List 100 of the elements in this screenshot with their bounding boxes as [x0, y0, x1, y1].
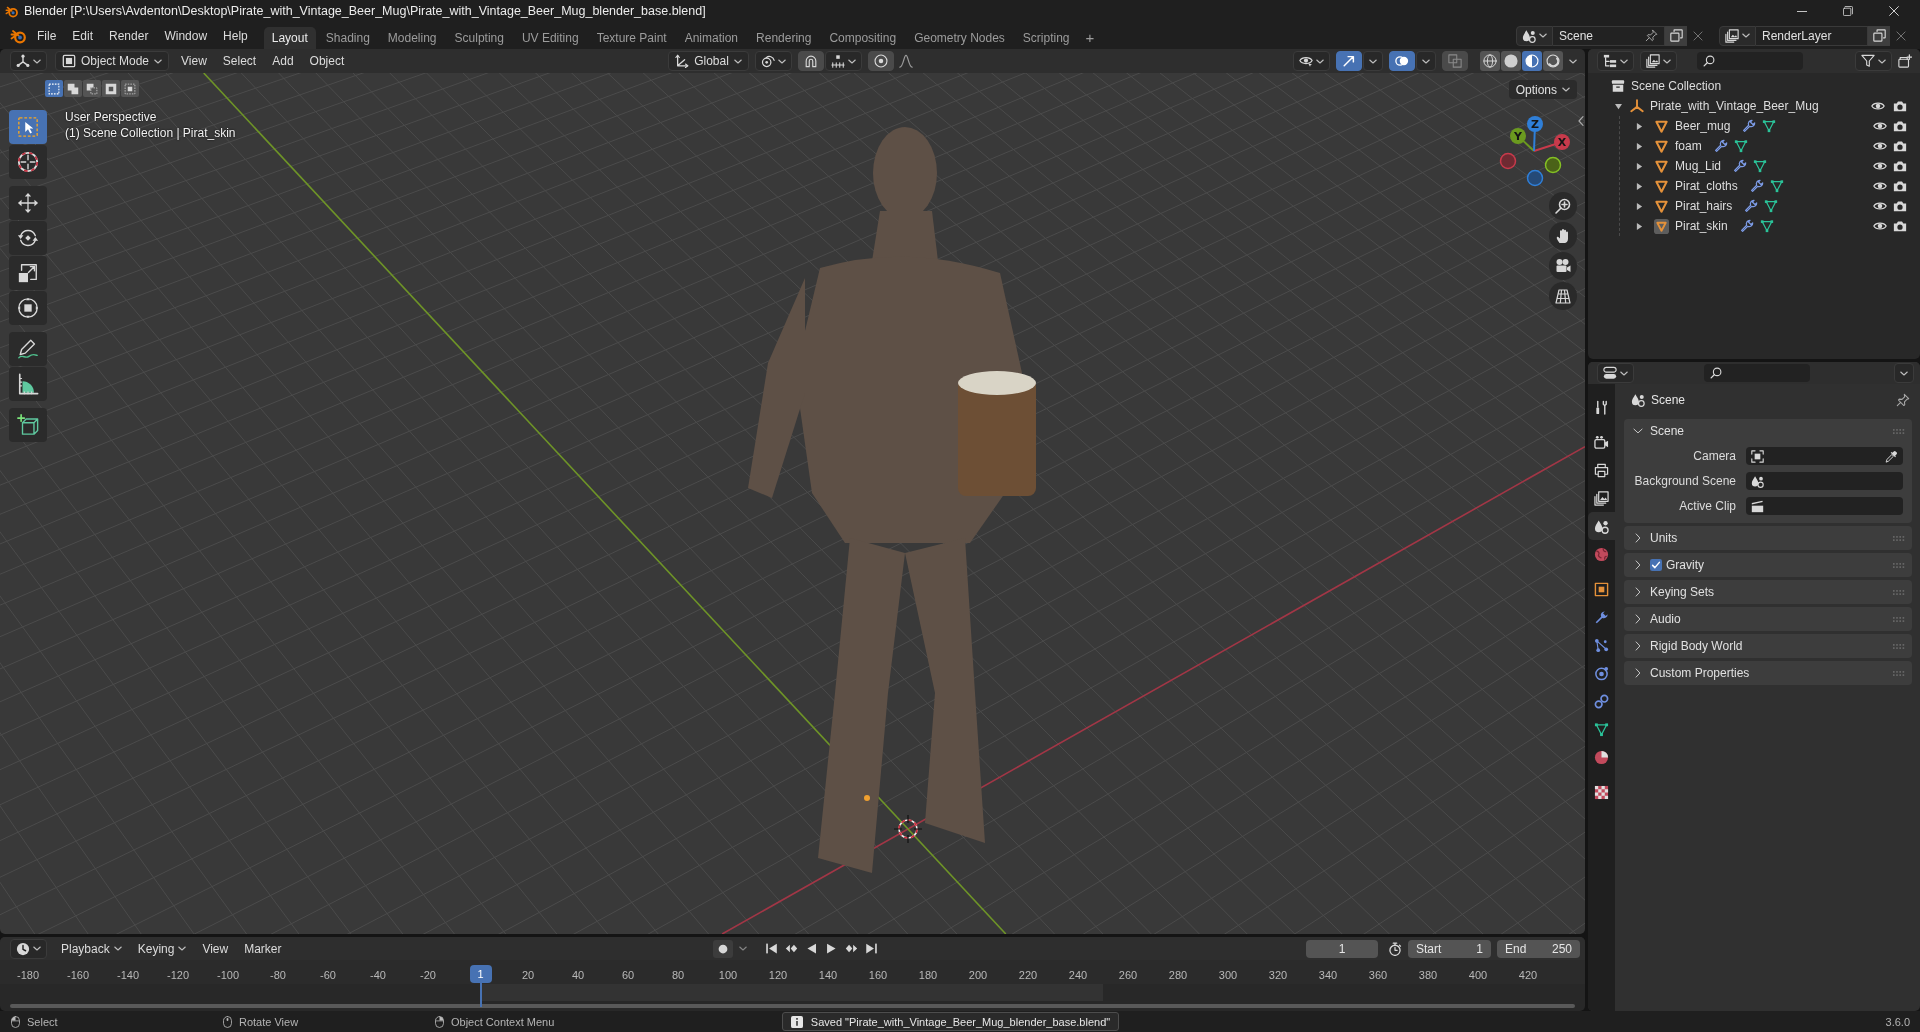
workspace-tab[interactable]: UV Editing	[513, 27, 587, 49]
eye-icon[interactable]	[1873, 219, 1887, 233]
vertex-triangle-icon[interactable]	[1769, 179, 1784, 193]
cursor-3d-icon[interactable]	[893, 814, 923, 844]
visibility-dropdown[interactable]	[1293, 51, 1330, 71]
expand-arrow-icon[interactable]	[1636, 222, 1643, 230]
overlays-toggle[interactable]	[1389, 51, 1415, 71]
select-mode-button[interactable]	[121, 80, 139, 97]
bell-curve-icon[interactable]	[898, 54, 913, 68]
close-icon[interactable]	[1889, 6, 1899, 16]
view-layer-browse-button[interactable]	[1719, 25, 1756, 46]
camera-field[interactable]	[1746, 447, 1903, 465]
clip-field[interactable]	[1746, 497, 1903, 515]
gizmo-axis-handle[interactable]	[1499, 152, 1517, 170]
search-field[interactable]	[1697, 52, 1803, 70]
remove-icon[interactable]	[1896, 30, 1906, 41]
options-dropdown[interactable]	[1416, 51, 1436, 71]
tool-button[interactable]	[9, 367, 47, 401]
tool-button[interactable]	[9, 408, 47, 442]
drag-handle-icon[interactable]	[1893, 562, 1905, 568]
jump-start-icon[interactable]	[764, 942, 778, 955]
tool-button[interactable]	[9, 221, 47, 255]
jump-end-icon[interactable]	[864, 942, 878, 955]
options-dropdown[interactable]	[1894, 363, 1914, 383]
menu-item[interactable]: Marker	[236, 941, 290, 956]
mode-dropdown[interactable]: Object Mode	[55, 51, 170, 71]
drag-handle-icon[interactable]	[1893, 589, 1905, 595]
play-icon[interactable]	[824, 942, 838, 955]
expand-arrow-icon[interactable]	[1636, 162, 1643, 170]
options-dropdown[interactable]	[1363, 51, 1383, 71]
gizmo-axis-handle[interactable]: Z	[1527, 116, 1543, 152]
gizmo-axis-handle[interactable]: X	[1533, 134, 1570, 152]
workspace-tab[interactable]: Shading	[317, 27, 378, 49]
chevron-right-icon[interactable]	[1635, 641, 1641, 651]
vertex-triangle-icon[interactable]	[1759, 219, 1774, 233]
workspace-tab[interactable]: Animation	[676, 27, 747, 49]
workspace-tab[interactable]: Texture Paint	[588, 27, 675, 49]
camera-icon[interactable]	[1893, 119, 1907, 133]
workspace-tab[interactable]: Compositing	[821, 27, 905, 49]
options-button[interactable]: Options	[1508, 80, 1577, 99]
remove-icon[interactable]	[1693, 30, 1703, 41]
object-name[interactable]: Beer_mug	[1675, 119, 1731, 133]
wrench-icon[interactable]	[1733, 159, 1748, 173]
menu-item[interactable]: Keying	[129, 941, 195, 956]
zoom-icon[interactable]	[1549, 192, 1577, 220]
stopwatch-icon[interactable]	[1388, 941, 1402, 956]
shading-button[interactable]	[1522, 51, 1542, 71]
tool-button[interactable]	[9, 332, 47, 366]
duplicate-view-layer-button[interactable]	[1868, 25, 1890, 46]
camera-icon[interactable]	[1893, 219, 1907, 233]
wrench-icon[interactable]	[1713, 139, 1728, 153]
movie-camera-icon[interactable]	[1549, 252, 1577, 280]
collection-name[interactable]: Scene Collection	[1631, 79, 1722, 93]
viewport-canvas[interactable]: User Perspective (1) Scene Collection | Pirat_skin Options Y X Z	[0, 73, 1585, 934]
blender-menu-icon[interactable]	[10, 27, 26, 44]
chevron-right-icon[interactable]	[1635, 533, 1641, 543]
drag-handle-icon[interactable]	[1893, 616, 1905, 622]
expand-arrow-icon[interactable]	[1636, 122, 1643, 130]
gizmo-axis-handle[interactable]	[1526, 169, 1544, 187]
duplicate-scene-button[interactable]	[1665, 25, 1687, 46]
panel-title[interactable]: Audio	[1650, 612, 1681, 626]
vertex-triangle-icon[interactable]	[1762, 119, 1777, 133]
wrench-icon[interactable]	[1749, 179, 1764, 193]
editor-type-button[interactable]	[1597, 51, 1634, 71]
gizmo-axis-handle[interactable]	[1544, 156, 1562, 174]
box-plus-icon[interactable]	[1898, 54, 1912, 68]
drag-handle-icon[interactable]	[1893, 670, 1905, 676]
panel-title[interactable]: Gravity	[1666, 558, 1704, 572]
caret-icon[interactable]	[1569, 58, 1577, 64]
chevron-right-icon[interactable]	[1635, 614, 1641, 624]
eye-icon[interactable]	[1873, 179, 1887, 193]
collapse-arrow-icon[interactable]	[1615, 102, 1622, 110]
chevron-down-icon[interactable]	[1633, 428, 1643, 434]
workspace-tab[interactable]: Scripting	[1014, 27, 1078, 49]
properties-tab[interactable]	[1588, 512, 1615, 540]
caret-icon[interactable]	[738, 946, 747, 951]
object-name[interactable]: Pirat_cloths	[1675, 179, 1738, 193]
panel-title[interactable]: Custom Properties	[1650, 666, 1750, 680]
expand-arrow-icon[interactable]	[1636, 202, 1643, 210]
object-name[interactable]: foam	[1675, 139, 1702, 153]
auto-keying-button[interactable]	[712, 939, 733, 958]
shading-button[interactable]	[1480, 51, 1500, 71]
camera-icon[interactable]	[1893, 199, 1907, 213]
camera-icon[interactable]	[1893, 139, 1907, 153]
hand-icon[interactable]	[1549, 222, 1577, 250]
view-layer-name-field[interactable]: RenderLayer	[1756, 25, 1868, 46]
editor-type-button[interactable]	[10, 938, 47, 959]
wrench-icon[interactable]	[1744, 199, 1759, 213]
select-mode-button[interactable]	[102, 80, 120, 97]
eyedropper-icon[interactable]	[1885, 449, 1898, 463]
search-field[interactable]	[1704, 364, 1810, 382]
menu-item[interactable]: Render	[101, 25, 157, 46]
panel-title[interactable]: Rigid Body World	[1650, 639, 1743, 653]
end-frame-field[interactable]: End 250	[1497, 939, 1580, 958]
chevron-right-icon[interactable]	[1635, 560, 1641, 570]
tool-button[interactable]	[9, 186, 47, 220]
object-name[interactable]: Pirat_hairs	[1675, 199, 1733, 213]
xray-toggle[interactable]	[1442, 51, 1468, 71]
object-name[interactable]: Mug_Lid	[1675, 159, 1722, 173]
camera-icon[interactable]	[1893, 159, 1907, 173]
